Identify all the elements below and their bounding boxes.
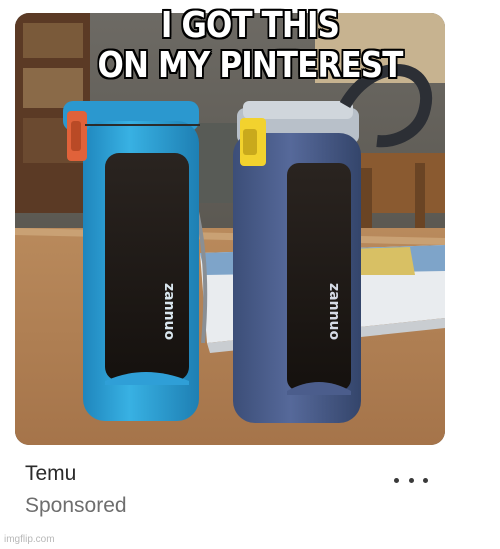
watermark: imgflip.com [4,534,55,545]
sponsored-label: Sponsored [25,494,127,517]
dot [408,477,414,483]
more-options-icon[interactable] [394,470,428,490]
advertiser-name[interactable]: Temu [25,462,76,486]
dot [394,477,399,483]
water-bottles-image: zannuo zannuo [15,13,445,445]
product-photo[interactable]: zannuo zannuo [15,13,445,445]
bottle-brand-right: zannuo [326,283,342,340]
bottle-brand-left: zannuo [161,283,177,340]
dot [423,477,428,483]
